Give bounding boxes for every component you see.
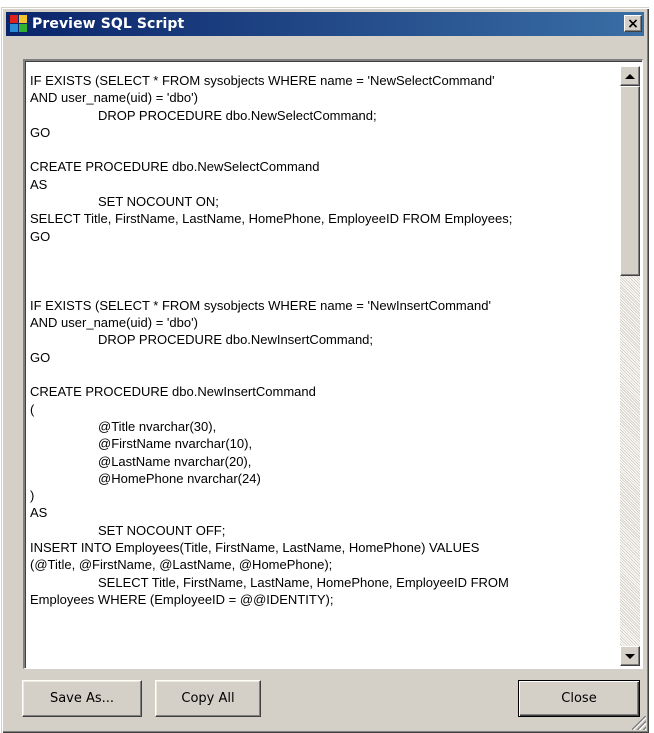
script-line: AND user_name(uid) = 'dbo')	[30, 90, 198, 106]
script-line: DROP PROCEDURE dbo.NewInsertCommand;	[98, 332, 374, 348]
resize-grip-icon[interactable]	[632, 716, 646, 730]
script-line: CREATE PROCEDURE dbo.NewSelectCommand	[30, 159, 320, 175]
sql-script-text[interactable]: IF EXISTS (SELECT * FROM sysobjects WHER…	[30, 72, 618, 608]
script-line: GO	[30, 124, 51, 140]
script-line: (	[30, 401, 35, 417]
window-title: Preview SQL Script	[32, 16, 185, 32]
scroll-up-arrow-icon	[625, 73, 635, 79]
script-line: Employees WHERE (EmployeeID = @@IDENTITY…	[30, 591, 334, 607]
script-line: SELECT Title, FirstName, LastName, HomeP…	[30, 211, 513, 227]
script-line: AND user_name(uid) = 'dbo')	[30, 315, 198, 331]
script-line: @FirstName nvarchar(10),	[98, 436, 253, 452]
script-line: AS	[30, 505, 48, 521]
scrollbar-thumb[interactable]	[620, 86, 640, 276]
script-line: (@Title, @FirstName, @LastName, @HomePho…	[30, 557, 333, 573]
scroll-up-button[interactable]	[620, 66, 640, 86]
preview-sql-script-dialog: Preview SQL Script × IF EXISTS (SELECT *…	[1, 7, 649, 733]
copy-all-button[interactable]: Copy All	[155, 680, 261, 717]
script-line: GO	[30, 228, 51, 244]
script-line	[30, 280, 618, 297]
script-line: @HomePhone nvarchar(24)	[98, 470, 261, 486]
script-line	[30, 366, 618, 383]
close-icon[interactable]: ×	[624, 15, 642, 32]
script-line	[30, 141, 618, 158]
script-line: SET NOCOUNT OFF;	[98, 522, 226, 538]
script-line: @Title nvarchar(30),	[98, 418, 217, 434]
script-line: )	[30, 488, 35, 504]
sql-script-icon	[10, 15, 28, 33]
title-bar[interactable]: Preview SQL Script ×	[6, 12, 644, 36]
close-button[interactable]: Close	[518, 680, 640, 717]
script-line: INSERT INTO Employees(Title, FirstName, …	[30, 540, 480, 556]
vertical-scrollbar[interactable]	[620, 66, 640, 666]
script-line: SET NOCOUNT ON;	[98, 194, 219, 210]
sql-script-textbox[interactable]: IF EXISTS (SELECT * FROM sysobjects WHER…	[23, 59, 643, 669]
script-line: AS	[30, 176, 48, 192]
save-as-button[interactable]: Save As...	[22, 680, 142, 717]
script-line: CREATE PROCEDURE dbo.NewInsertCommand	[30, 384, 316, 400]
script-line	[30, 245, 618, 262]
script-line: SELECT Title, FirstName, LastName, HomeP…	[98, 574, 509, 590]
script-line: IF EXISTS (SELECT * FROM sysobjects WHER…	[30, 73, 495, 88]
script-line: IF EXISTS (SELECT * FROM sysobjects WHER…	[30, 297, 491, 313]
script-line: DROP PROCEDURE dbo.NewSelectCommand;	[98, 107, 377, 123]
script-line	[30, 262, 618, 279]
script-line: GO	[30, 349, 51, 365]
scroll-down-arrow-icon	[625, 653, 635, 659]
scroll-down-button[interactable]	[620, 646, 640, 666]
script-line: @LastName nvarchar(20),	[98, 453, 252, 469]
